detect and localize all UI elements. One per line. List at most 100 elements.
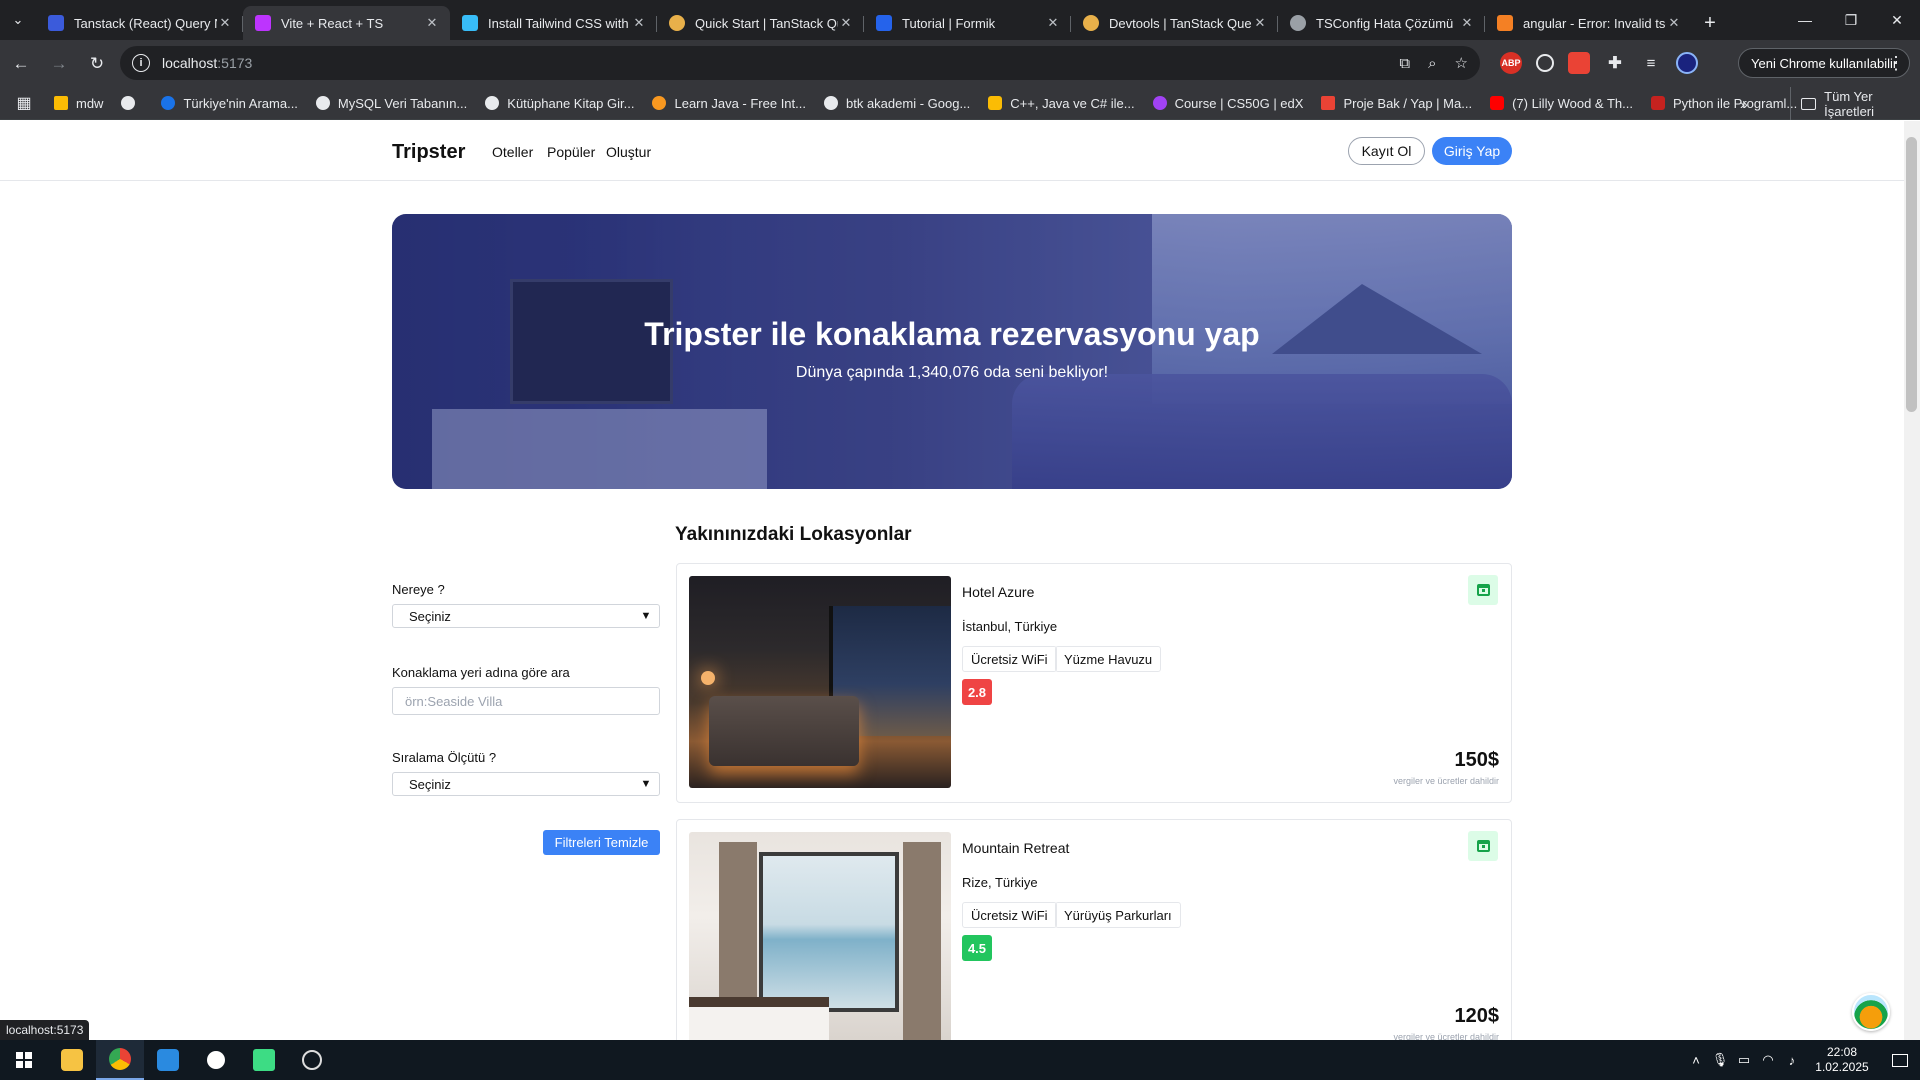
apps-grid-icon[interactable]: ▦ bbox=[14, 93, 34, 113]
bookmark-item[interactable]: (7) Lilly Wood & Th... bbox=[1490, 96, 1633, 111]
browser-tab[interactable]: Quick Start | TanStack Que ✕ bbox=[657, 6, 864, 40]
calendar-button[interactable] bbox=[1468, 575, 1498, 605]
restore-icon[interactable]: ❐ bbox=[1828, 0, 1874, 40]
browser-tab[interactable]: angular - Error: Invalid tsc ✕ bbox=[1485, 6, 1692, 40]
tab-close-icon[interactable]: ✕ bbox=[424, 15, 440, 31]
hotel-search-input[interactable] bbox=[392, 687, 660, 715]
browser-tab[interactable]: Tanstack (React) Query Ne ✕ bbox=[36, 6, 243, 40]
window-close-icon[interactable]: ✕ bbox=[1874, 0, 1920, 40]
hotel-image[interactable] bbox=[689, 576, 951, 788]
bookmarks-overflow-icon[interactable]: » bbox=[1740, 87, 1748, 120]
extensions-puzzle-icon[interactable]: ✚ bbox=[1604, 52, 1626, 74]
tab-title: TSConfig Hata Çözümü bbox=[1316, 15, 1454, 31]
tab-favicon-icon bbox=[669, 15, 685, 31]
minimize-icon[interactable]: — bbox=[1782, 0, 1828, 40]
browser-tab[interactable]: Install Tailwind CSS with V ✕ bbox=[450, 6, 657, 40]
hotel-name[interactable]: Hotel Azure bbox=[962, 584, 1034, 600]
browser-tab-active[interactable]: Vite + React + TS ✕ bbox=[243, 6, 450, 40]
taskbar-file-explorer[interactable] bbox=[48, 1040, 96, 1080]
folder-icon bbox=[1801, 97, 1817, 110]
register-button[interactable]: Kayıt Ol bbox=[1348, 137, 1425, 165]
browser-tab[interactable]: Tutorial | Formik ✕ bbox=[864, 6, 1071, 40]
back-arrow-icon[interactable]: ← bbox=[4, 47, 38, 81]
taskbar-vscode[interactable] bbox=[144, 1040, 192, 1080]
taskbar-app-obs[interactable] bbox=[288, 1040, 336, 1080]
reload-icon[interactable]: ↻ bbox=[80, 47, 114, 81]
bookmark-item[interactable]: C++, Java ve C# ile... bbox=[988, 96, 1135, 111]
login-button[interactable]: Giriş Yap bbox=[1432, 137, 1512, 165]
nav-link-create[interactable]: Oluştur bbox=[606, 144, 651, 160]
tab-close-icon[interactable]: ✕ bbox=[1666, 15, 1682, 31]
scrollbar-thumb[interactable] bbox=[1906, 137, 1917, 412]
hotel-card[interactable]: Hotel Azure İstanbul, Türkiye Ücretsiz W… bbox=[676, 563, 1512, 803]
sort-select[interactable]: Seçiniz ▼ bbox=[392, 772, 660, 796]
record-extension-icon[interactable] bbox=[1536, 54, 1554, 72]
battery-icon[interactable]: ▭ bbox=[1732, 1052, 1756, 1068]
nav-link-hotels[interactable]: Oteller bbox=[492, 144, 533, 160]
notification-center-icon[interactable] bbox=[1880, 1040, 1920, 1080]
bookmark-item[interactable]: Proje Bak / Yap | Ma... bbox=[1321, 96, 1472, 111]
tab-close-icon[interactable]: ✕ bbox=[217, 15, 233, 31]
site-logo[interactable]: Tripster bbox=[392, 141, 465, 164]
bookmark-item[interactable] bbox=[121, 96, 143, 110]
bookmark-item[interactable]: mdw bbox=[54, 96, 103, 111]
tab-favicon-icon bbox=[1290, 15, 1306, 31]
tab-title: Vite + React + TS bbox=[281, 15, 384, 31]
hotel-image[interactable] bbox=[689, 832, 951, 1040]
taskbar-app-black[interactable] bbox=[192, 1040, 240, 1080]
chrome-menu-icon[interactable]: ⋮ bbox=[1886, 48, 1906, 78]
browser-tab[interactable]: TSConfig Hata Çözümü ✕ bbox=[1278, 6, 1485, 40]
microphone-icon[interactable]: 🎙 bbox=[1708, 1052, 1732, 1068]
bookmark-item[interactable]: Course | CS50G | edX bbox=[1152, 96, 1303, 111]
volume-icon[interactable]: ♪ bbox=[1780, 1053, 1804, 1068]
tab-close-icon[interactable]: ✕ bbox=[838, 15, 854, 31]
hero-subtitle: Dünya çapında 1,340,076 oda seni bekliyo… bbox=[795, 364, 1109, 381]
chrome-icon bbox=[109, 1048, 131, 1070]
bookmark-favicon-icon bbox=[1490, 96, 1505, 110]
bookmark-item[interactable]: MySQL Veri Tabanın... bbox=[315, 96, 467, 111]
chevron-down-icon: ▼ bbox=[640, 610, 652, 622]
hero-banner: Tripster ile konaklama rezervasyonu yap … bbox=[392, 214, 1512, 489]
tab-close-icon[interactable]: ✕ bbox=[631, 15, 647, 31]
new-tab-plus-icon[interactable]: + bbox=[1692, 6, 1728, 40]
chrome-update-pill[interactable]: Yeni Chrome kullanılabilir bbox=[1738, 48, 1911, 78]
bookmark-item[interactable]: Python ile Programl... bbox=[1650, 96, 1797, 111]
translate-icon[interactable]: ⧉ bbox=[1399, 55, 1410, 72]
media-control-icon[interactable]: ≡ bbox=[1640, 52, 1662, 74]
taskbar-clock[interactable]: 22:08 1.02.2025 bbox=[1804, 1045, 1880, 1075]
site-info-icon[interactable]: i bbox=[132, 54, 150, 72]
browser-tab[interactable]: Devtools | TanStack Query ✕ bbox=[1071, 6, 1278, 40]
adblock-extension-icon[interactable]: ABP bbox=[1500, 52, 1522, 74]
tray-expand-icon[interactable]: ˄ bbox=[1684, 1053, 1708, 1068]
red-extension-icon[interactable] bbox=[1568, 52, 1590, 74]
tab-search-chevron-icon[interactable]: ⌄ bbox=[0, 0, 36, 40]
extensions-row: ABP ✚ ≡ bbox=[1500, 46, 1698, 80]
clear-filters-button[interactable]: Filtreleri Temizle bbox=[543, 830, 660, 855]
tab-close-icon[interactable]: ✕ bbox=[1252, 15, 1268, 31]
calendar-button[interactable] bbox=[1468, 831, 1498, 861]
bookmark-item[interactable]: btk akademi - Goog... bbox=[824, 96, 970, 111]
bookmark-item[interactable]: Learn Java - Free Int... bbox=[652, 96, 806, 111]
where-select[interactable]: Seçiniz ▼ bbox=[392, 604, 660, 628]
all-bookmarks-folder[interactable]: Tüm Yer İşaretleri bbox=[1790, 87, 1920, 120]
wifi-icon[interactable]: ◠ bbox=[1756, 1052, 1780, 1068]
start-button[interactable] bbox=[0, 1040, 48, 1080]
bookmark-item[interactable]: Kütüphane Kitap Gir... bbox=[485, 96, 634, 111]
bookmark-favicon-icon bbox=[1152, 96, 1167, 110]
profile-avatar-icon[interactable] bbox=[1676, 52, 1698, 74]
hotel-card[interactable]: Mountain Retreat Rize, Türkiye Ücretsiz … bbox=[676, 819, 1512, 1040]
floating-widget-icon[interactable] bbox=[1852, 993, 1890, 1031]
bookmark-item[interactable]: Türkiye'nin Arama... bbox=[161, 96, 298, 111]
bookmark-star-icon[interactable]: ☆ bbox=[1455, 54, 1468, 72]
tab-close-icon[interactable]: ✕ bbox=[1459, 15, 1475, 31]
windows-logo-icon bbox=[16, 1052, 32, 1068]
taskbar-app-m[interactable] bbox=[240, 1040, 288, 1080]
zoom-icon[interactable]: ⌕ bbox=[1428, 55, 1436, 72]
bookmark-favicon-icon bbox=[54, 96, 68, 110]
hotel-name[interactable]: Mountain Retreat bbox=[962, 840, 1069, 856]
hotel-price: 120$ bbox=[1454, 1005, 1500, 1027]
taskbar-chrome[interactable] bbox=[96, 1040, 144, 1080]
forward-arrow-icon[interactable]: → bbox=[42, 47, 76, 81]
address-bar[interactable]: i localhost:5173 ⧉ ⌕ ☆ bbox=[120, 46, 1480, 80]
tab-close-icon[interactable]: ✕ bbox=[1045, 15, 1061, 31]
